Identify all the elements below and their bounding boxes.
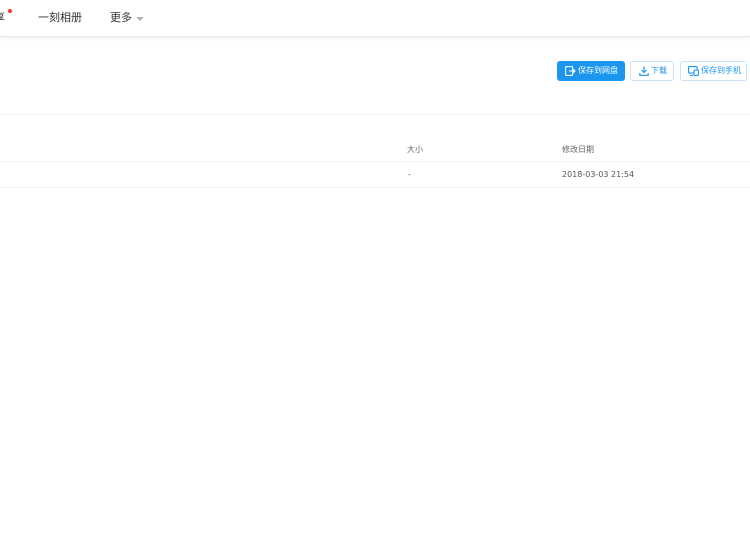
column-header-size[interactable]: 大小 bbox=[407, 145, 423, 155]
file-modified-cell: 2018-03-03 21:54 bbox=[562, 170, 635, 179]
top-navigation: 享 一刻相册 更多 bbox=[0, 0, 750, 37]
save-to-cloud-button[interactable]: 保存到网盘 bbox=[557, 61, 625, 81]
file-size-cell: - bbox=[408, 170, 411, 179]
save-to-cloud-icon bbox=[565, 66, 576, 76]
table-row-divider bbox=[0, 187, 750, 188]
chevron-down-icon[interactable] bbox=[136, 17, 144, 21]
save-to-phone-button[interactable]: 保存到手机 bbox=[680, 61, 747, 81]
toolbar-divider bbox=[0, 114, 750, 115]
nav-item-more[interactable]: 更多 bbox=[110, 10, 132, 26]
save-to-cloud-label: 保存到网盘 bbox=[578, 66, 618, 75]
notification-dot-icon bbox=[8, 9, 12, 13]
column-header-modified[interactable]: 修改日期 bbox=[562, 145, 594, 155]
nav-item-album[interactable]: 一刻相册 bbox=[38, 10, 82, 26]
download-label: 下载 bbox=[651, 66, 667, 75]
download-button[interactable]: 下载 bbox=[630, 61, 674, 81]
nav-item-share[interactable]: 享 bbox=[0, 10, 5, 26]
save-to-phone-label: 保存到手机 bbox=[701, 66, 741, 75]
phone-icon bbox=[688, 66, 699, 76]
table-header-divider bbox=[0, 161, 750, 162]
download-icon bbox=[639, 66, 649, 76]
